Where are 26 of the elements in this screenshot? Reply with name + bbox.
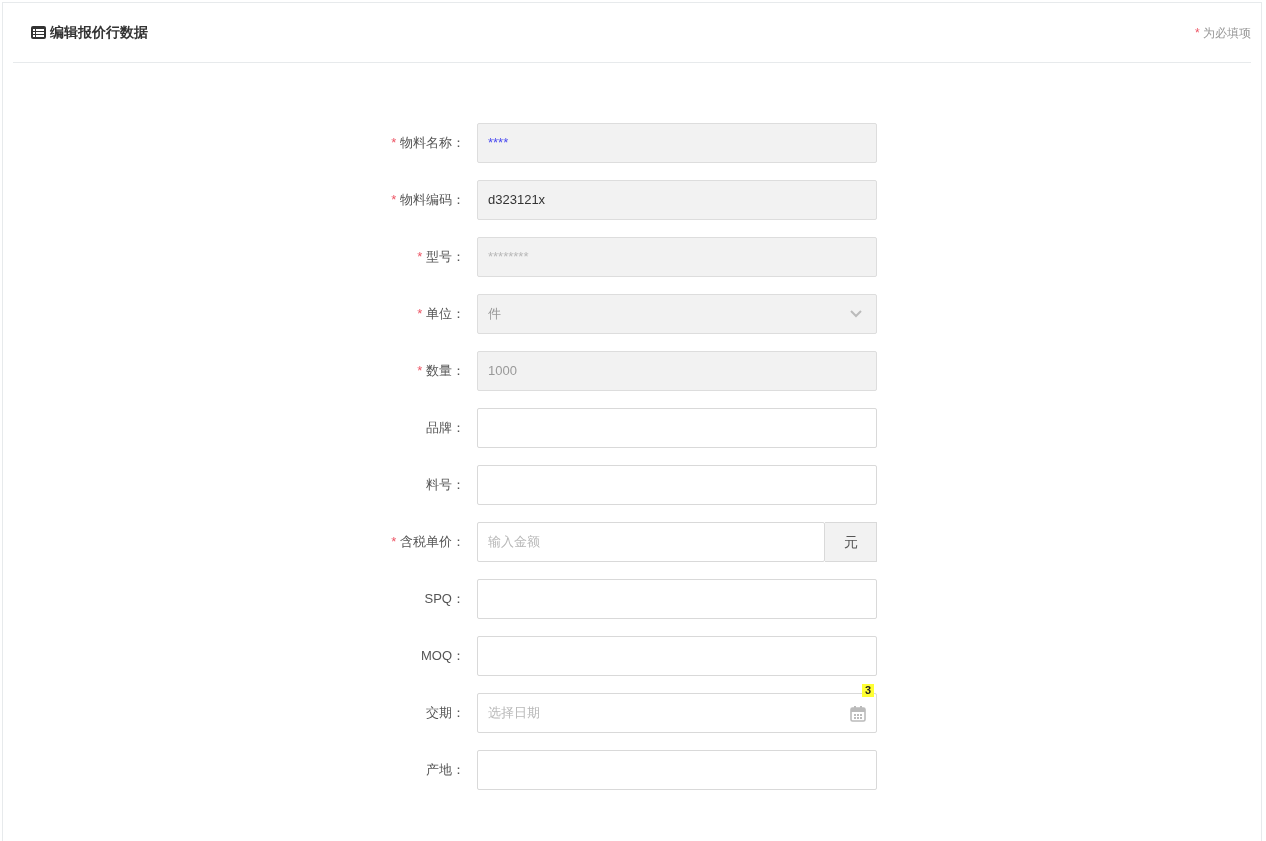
field-label: * 型号： <box>416 248 466 267</box>
date-field[interactable]: 选择日期 <box>477 693 877 733</box>
input-field[interactable] <box>477 465 877 505</box>
field-label: * 含税单价： <box>390 533 466 552</box>
field-label: * 物料名称： <box>390 134 466 153</box>
field-label: 料号： <box>425 476 466 495</box>
field-label: * 数量： <box>416 362 466 381</box>
field-label: * 单位： <box>416 305 466 324</box>
input-field[interactable] <box>477 636 877 676</box>
field-label: 交期： <box>425 704 466 723</box>
count-badge: 3 <box>861 684 874 697</box>
input-field[interactable] <box>477 750 877 790</box>
list-icon <box>31 26 46 39</box>
field-label: * 物料编码： <box>390 191 466 210</box>
chevron-down-icon <box>850 310 862 318</box>
input-field[interactable] <box>477 408 877 448</box>
field-label: 品牌： <box>425 419 466 438</box>
card-title: 编辑报价行数据 <box>50 23 148 42</box>
input-field[interactable]: 输入金额 <box>477 522 825 562</box>
field-label: 产地： <box>425 761 466 780</box>
unit-addon: 元 <box>825 522 877 562</box>
calendar-icon[interactable] <box>850 704 866 722</box>
input-field[interactable] <box>477 579 877 619</box>
required-note: * 为必填项 <box>1195 24 1251 42</box>
field-label: MOQ： <box>419 647 466 666</box>
field-label: SPQ： <box>423 590 466 609</box>
